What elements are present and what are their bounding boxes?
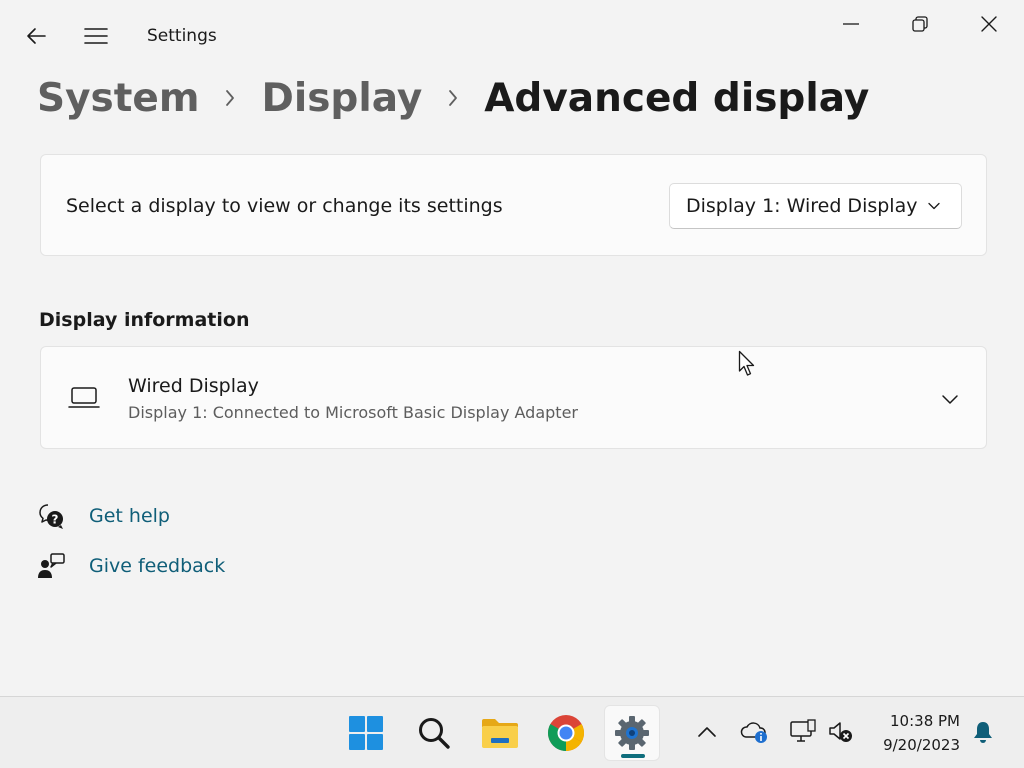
minimize-button[interactable] [826,4,876,44]
give-feedback-link[interactable]: Give feedback [36,549,225,583]
clock-date: 9/20/2023 [883,736,960,754]
chevron-right-icon [199,88,261,108]
display-dropdown[interactable]: Display 1: Wired Display [669,183,962,229]
mouse-cursor-icon [738,350,755,376]
search-icon [419,718,450,749]
page-title: Advanced display [484,75,870,121]
onedrive-tray-button[interactable] [740,717,770,747]
settings-icon [615,716,649,750]
restore-button[interactable] [895,4,945,44]
volume-muted-icon [829,722,852,742]
display-dropdown-value: Display 1: Wired Display [686,195,918,217]
breadcrumb-display[interactable]: Display [261,76,422,121]
settings-taskbar-button[interactable] [604,705,660,761]
close-icon [981,16,997,32]
section-title-display-information: Display information [39,309,250,331]
file-explorer-icon [482,719,518,748]
clock-time: 10:38 PM [890,712,960,730]
svg-text:?: ? [52,513,59,527]
select-display-card: Select a display to view or change its s… [40,154,987,256]
file-explorer-button[interactable] [472,705,528,761]
back-button[interactable] [16,18,56,54]
app-title: Settings [147,26,217,46]
hamburger-menu-icon [84,28,108,44]
bell-icon [974,722,992,743]
minimize-icon [843,23,859,25]
show-hidden-icons-icon [698,727,716,737]
network-tray-button[interactable] [788,717,818,747]
taskbar: 10:38 PM 9/20/2023 [0,696,1024,768]
chrome-icon [547,715,585,751]
feedback-icon [36,551,66,581]
display-info-title: Wired Display [128,375,259,397]
breadcrumb: System Display Advanced display [37,70,869,126]
network-icon [790,719,816,742]
close-button[interactable] [964,4,1014,44]
expand-button[interactable] [932,381,968,417]
display-info-subtitle: Display 1: Connected to Microsoft Basic … [128,403,578,422]
start-button[interactable] [338,705,394,761]
start-icon [349,716,383,750]
chevron-down-icon [928,202,940,210]
onedrive-icon [740,722,767,743]
breadcrumb-system[interactable]: System [37,76,199,121]
clock[interactable]: 10:38 PM 9/20/2023 [866,709,960,757]
chevron-down-icon [942,395,958,404]
chrome-button[interactable] [538,705,594,761]
give-feedback-label[interactable]: Give feedback [89,555,225,577]
help-icon: ? [36,501,66,531]
chevron-right-icon [422,88,484,108]
notification-center-button[interactable] [968,717,998,747]
search-button[interactable] [406,705,462,761]
laptop-icon [68,387,100,408]
restore-icon [912,16,928,32]
get-help-label[interactable]: Get help [89,505,170,527]
back-arrow-icon [27,28,46,44]
active-app-indicator [621,754,645,758]
title-bar: Settings [0,0,1024,72]
get-help-link[interactable]: ? Get help [36,499,170,533]
display-info-card[interactable]: Wired Display Display 1: Connected to Mi… [40,346,987,449]
volume-tray-button[interactable] [826,717,856,747]
select-display-label: Select a display to view or change its s… [66,195,503,217]
navigation-menu-button[interactable] [76,18,116,54]
show-hidden-icons-button[interactable] [692,717,722,747]
